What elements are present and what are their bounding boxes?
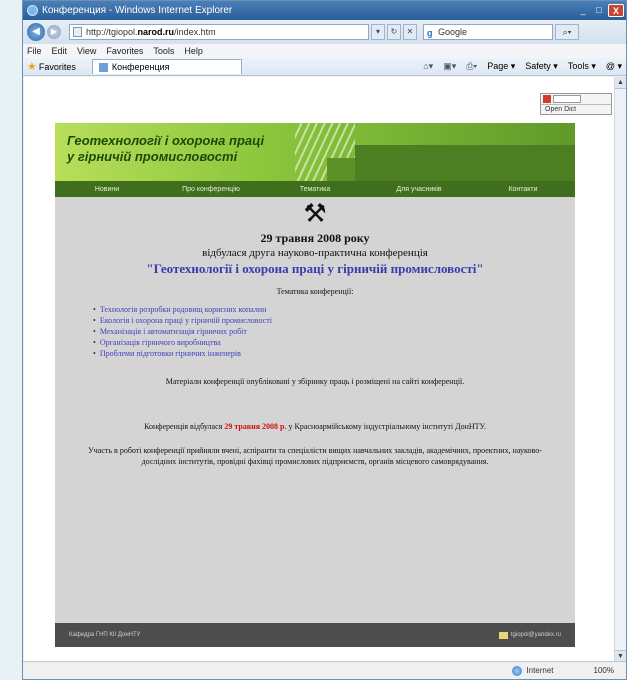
hammer-pick-icon: ⚒ bbox=[303, 199, 327, 228]
back-button[interactable]: ◀ bbox=[27, 23, 45, 41]
topic-link[interactable]: Проблеми підготовки гірничих інженерів bbox=[93, 348, 575, 359]
security-zone[interactable]: Internet bbox=[512, 665, 554, 676]
nav-item-contacts[interactable]: Контакти bbox=[471, 186, 575, 193]
site-footer: Кафедра ГНП КІІ ДонНТУ tgiopol@yandex.ru bbox=[55, 623, 575, 647]
banner-panel-small bbox=[327, 158, 355, 181]
nav-item-about[interactable]: Про конференцію bbox=[159, 186, 263, 193]
nav-item-topics[interactable]: Тематика bbox=[263, 186, 367, 193]
envelope-icon bbox=[498, 631, 508, 639]
tools-menu[interactable]: Tools ▾ bbox=[568, 61, 596, 72]
close-button[interactable]: X bbox=[608, 4, 624, 17]
stop-button[interactable]: ✕ bbox=[403, 24, 417, 40]
scroll-up-button[interactable]: ▲ bbox=[615, 77, 626, 89]
dict-input[interactable] bbox=[553, 95, 581, 103]
date-heading: 29 травня 2008 року bbox=[260, 231, 370, 245]
address-bar: ◀ ▶ http://tgiopol.narod.ru/index.htm ▾ … bbox=[23, 20, 626, 44]
topics-list: Технологія розробки родовищ корисних коп… bbox=[93, 304, 575, 359]
dictionary-widget: Open Dict bbox=[540, 93, 612, 115]
held-suffix: у Красноармійському індустріальному інст… bbox=[286, 422, 486, 431]
minimize-button[interactable]: _ bbox=[576, 4, 590, 17]
safety-menu[interactable]: Safety ▾ bbox=[525, 61, 558, 72]
print-icon[interactable]: ⎙▾ bbox=[466, 61, 477, 72]
feeds-icon[interactable]: ▣▾ bbox=[443, 61, 456, 72]
menu-favorites[interactable]: Favorites bbox=[106, 46, 143, 56]
url-domain: narod.ru bbox=[137, 27, 175, 37]
site-title: Геотехнології і охорона праці у гірничій… bbox=[67, 133, 264, 165]
menu-edit[interactable]: Edit bbox=[52, 46, 68, 56]
topic-link[interactable]: Технологія розробки родовищ корисних коп… bbox=[93, 304, 575, 315]
forward-button[interactable]: ▶ bbox=[47, 25, 61, 39]
site-title-line2: у гірничій промисловості bbox=[67, 149, 238, 164]
zoom-level[interactable]: 100% bbox=[594, 666, 614, 675]
site-title-line1: Геотехнології і охорона праці bbox=[67, 133, 265, 148]
footer-department: Кафедра ГНП КІІ ДонНТУ bbox=[69, 632, 141, 638]
help-menu[interactable]: @ ▾ bbox=[606, 61, 622, 72]
home-icon[interactable]: ⌂▾ bbox=[423, 61, 433, 72]
footer-email-link[interactable]: tgiopol@yandex.ru bbox=[498, 631, 561, 639]
url-input[interactable]: http://tgiopol.narod.ru/index.htm bbox=[69, 24, 369, 40]
menu-file[interactable]: File bbox=[27, 46, 42, 56]
url-suffix: /index.htm bbox=[174, 27, 216, 37]
site-page: Геотехнології і охорона праці у гірничій… bbox=[55, 123, 575, 623]
menu-view[interactable]: View bbox=[77, 46, 96, 56]
favorites-label[interactable]: Favorites bbox=[39, 62, 76, 72]
page-left-margin bbox=[0, 0, 22, 680]
maximize-button[interactable]: □ bbox=[592, 4, 606, 17]
tab-label: Конференция bbox=[111, 62, 170, 72]
refresh-button[interactable]: ↻ bbox=[387, 24, 401, 40]
banner-panel bbox=[355, 145, 575, 181]
site-nav: Новини Про конференцію Тематика Для учас… bbox=[55, 181, 575, 197]
title-bar: Конференция - Windows Internet Explorer … bbox=[23, 1, 626, 20]
topic-link[interactable]: Механізація і автоматизація гірничих роб… bbox=[93, 326, 575, 337]
sub-heading: відбулася друга науково-практична конфер… bbox=[202, 247, 428, 259]
url-prefix: http://tgiopol. bbox=[86, 27, 138, 37]
dict-logo-icon[interactable] bbox=[543, 95, 551, 103]
site-banner: Геотехнології і охорона праці у гірничій… bbox=[55, 123, 575, 181]
menu-help[interactable]: Help bbox=[184, 46, 203, 56]
globe-icon bbox=[512, 665, 523, 676]
ie-logo-icon bbox=[27, 5, 38, 16]
participants-note: Участь в роботі конференції прийняли вче… bbox=[88, 446, 542, 466]
nav-item-participants[interactable]: Для учасників bbox=[367, 186, 471, 193]
topics-heading: Тематика конференції: bbox=[276, 287, 354, 296]
status-bar: Internet 100% bbox=[23, 661, 626, 679]
ie-window: Конференция - Windows Internet Explorer … bbox=[22, 0, 627, 680]
held-note: Конференція відбулася 29 травня 2008 р. … bbox=[55, 422, 575, 431]
search-input[interactable]: g Google bbox=[423, 24, 553, 40]
tab-page-icon bbox=[98, 62, 108, 72]
held-date: 29 травня 2008 р. bbox=[224, 422, 287, 431]
menu-bar: File Edit View Favorites Tools Help bbox=[23, 44, 626, 58]
favorites-bar: ★ Favorites Конференция ⌂▾ ▣▾ ⎙▾ Page ▾ … bbox=[23, 58, 626, 76]
vertical-scrollbar[interactable]: ▲ ▼ bbox=[614, 77, 626, 662]
nav-item-news[interactable]: Новини bbox=[55, 186, 159, 193]
address-dropdown-button[interactable]: ▾ bbox=[371, 24, 385, 40]
held-prefix: Конференція відбулася bbox=[144, 422, 225, 431]
zone-label: Internet bbox=[526, 666, 554, 675]
footer-email: tgiopol@yandex.ru bbox=[510, 632, 561, 638]
topic-link[interactable]: Організація гірничого виробництва bbox=[93, 337, 575, 348]
dict-option[interactable]: Open Dict bbox=[541, 105, 611, 115]
page-viewport: Геотехнології і охорона праці у гірничій… bbox=[24, 77, 614, 662]
page-icon bbox=[73, 27, 82, 37]
search-button[interactable]: ⌕▾ bbox=[555, 24, 579, 40]
dict-toolbar bbox=[541, 94, 611, 105]
materials-note: Матеріали конференції опубліковані у збі… bbox=[165, 377, 465, 386]
search-placeholder: Google bbox=[438, 27, 468, 37]
tab-konferentsiia[interactable]: Конференция bbox=[91, 59, 242, 74]
main-content: ⚒ 29 травня 2008 року відбулася друга на… bbox=[55, 199, 575, 467]
window-title: Конференция - Windows Internet Explorer bbox=[42, 5, 233, 16]
google-icon: g bbox=[427, 28, 433, 38]
topic-link[interactable]: Екологія і охорона праці у гірничій пром… bbox=[93, 315, 575, 326]
menu-tools[interactable]: Tools bbox=[153, 46, 174, 56]
conference-title: "Геотехнології і охорона праці у гірничі… bbox=[146, 261, 484, 276]
page-menu[interactable]: Page ▾ bbox=[487, 61, 515, 72]
favorites-star-icon[interactable]: ★ bbox=[27, 60, 37, 73]
command-bar: ⌂▾ ▣▾ ⎙▾ Page ▾ Safety ▾ Tools ▾ @ ▾ bbox=[413, 61, 622, 72]
